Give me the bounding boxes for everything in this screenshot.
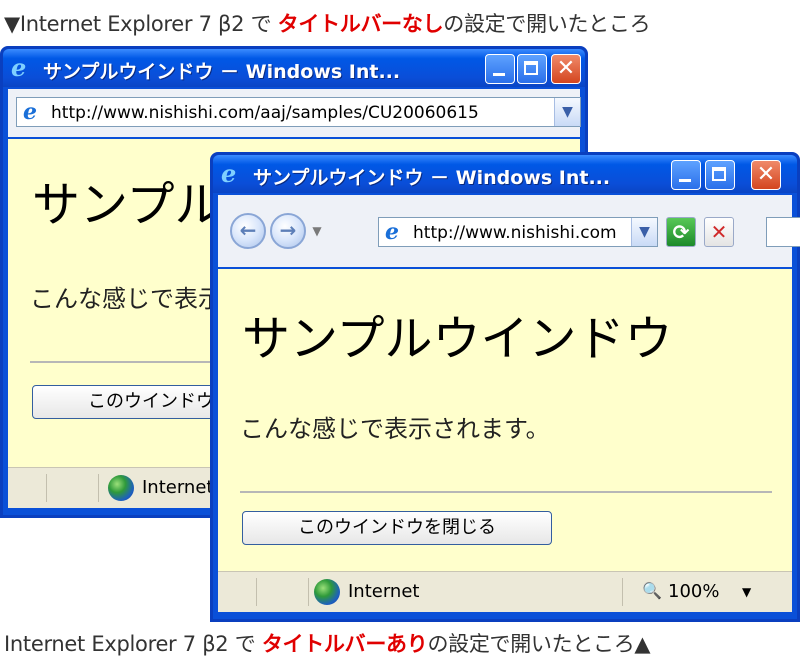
maximize-button[interactable] bbox=[517, 54, 547, 84]
status-divider bbox=[308, 578, 309, 606]
caption-bottom-highlight: タイトルバーあり bbox=[261, 632, 428, 656]
window-front-statusbar: Internet 🔍 100% ▼ bbox=[218, 571, 792, 612]
window-front-navbar: ← → ▼ e http://www.nishishi.com ▼ ⟳ ✕ bbox=[218, 195, 800, 267]
minimize-button[interactable] bbox=[671, 160, 701, 190]
window-back-addressbar: e http://www.nishishi.com/aaj/samples/CU… bbox=[8, 89, 581, 137]
caption-top-prefix: ▼Internet Explorer 7 β2 で bbox=[4, 12, 278, 36]
window-back-title: サンプルウインドウ － Windows Int... bbox=[43, 61, 401, 83]
caption-bottom-suffix: の設定で開いたところ▲ bbox=[427, 632, 651, 656]
refresh-icon: ⟳ bbox=[672, 220, 690, 244]
caption-bottom: Internet Explorer 7 β2 で タイトルバーありの設定で開いた… bbox=[4, 628, 651, 658]
ie-logo-icon: e bbox=[11, 53, 27, 82]
forward-arrow-icon: → bbox=[279, 218, 297, 242]
stop-button[interactable]: ✕ bbox=[704, 217, 734, 247]
ie-logo-icon: e bbox=[221, 159, 237, 188]
zoom-level[interactable]: 100% bbox=[668, 581, 719, 602]
refresh-button[interactable]: ⟳ bbox=[666, 217, 696, 247]
chevron-down-icon[interactable]: ▼ bbox=[631, 218, 657, 246]
close-window-page-button[interactable]: このウインドウを閉じる bbox=[242, 511, 552, 545]
status-divider bbox=[256, 578, 257, 606]
close-icon: ✕ bbox=[756, 162, 776, 187]
internet-globe-icon bbox=[108, 475, 134, 501]
ie-page-icon: e bbox=[385, 219, 399, 245]
close-window-button[interactable]: ✕ bbox=[551, 54, 581, 84]
back-button[interactable]: ← bbox=[230, 213, 266, 249]
internet-globe-icon bbox=[314, 579, 340, 605]
caption-top: ▼Internet Explorer 7 β2 で タイトルバーなしの設定で開い… bbox=[4, 8, 651, 38]
status-zone: Internet bbox=[348, 581, 420, 602]
stop-icon: ✕ bbox=[710, 220, 728, 244]
status-divider bbox=[46, 474, 47, 502]
search-input[interactable] bbox=[766, 217, 800, 247]
minimize-button[interactable] bbox=[485, 54, 515, 84]
page-text: こんな感じで表示されます。 bbox=[240, 415, 550, 443]
divider bbox=[240, 491, 772, 493]
address-text: http://www.nishishi.com bbox=[413, 223, 617, 243]
address-field[interactable]: e http://www.nishishi.com ▼ bbox=[378, 217, 658, 247]
status-divider bbox=[98, 474, 99, 502]
close-icon: ✕ bbox=[556, 56, 576, 81]
maximize-button[interactable] bbox=[705, 160, 735, 190]
window-front: e サンプルウインドウ － Windows Int... ✕ ← → ▼ e h… bbox=[210, 152, 800, 622]
close-window-button[interactable]: ✕ bbox=[751, 160, 781, 190]
zoom-magnifier-icon[interactable]: 🔍 bbox=[642, 581, 662, 600]
forward-button[interactable]: → bbox=[270, 213, 306, 249]
window-front-content: サンプルウインドウ こんな感じで表示されます。 このウインドウを閉じる bbox=[218, 269, 792, 571]
chevron-down-icon[interactable]: ▼ bbox=[554, 98, 580, 126]
caption-top-highlight: タイトルバーなし bbox=[277, 12, 444, 36]
chevron-down-icon[interactable]: ▼ bbox=[308, 221, 326, 241]
status-divider bbox=[622, 578, 623, 606]
ie-page-icon: e bbox=[23, 99, 37, 125]
window-front-title: サンプルウインドウ － Windows Int... bbox=[253, 167, 611, 189]
window-front-titlebar[interactable]: e サンプルウインドウ － Windows Int... ✕ bbox=[213, 155, 797, 193]
page-heading: サンプルウインドウ bbox=[242, 311, 673, 367]
zoom-dropdown-icon[interactable]: ▼ bbox=[742, 585, 751, 599]
address-text: http://www.nishishi.com/aaj/samples/CU20… bbox=[51, 103, 479, 123]
back-arrow-icon: ← bbox=[239, 218, 257, 242]
caption-bottom-prefix: Internet Explorer 7 β2 で bbox=[4, 632, 262, 656]
caption-top-suffix: の設定で開いたところ bbox=[443, 12, 651, 36]
window-back-titlebar[interactable]: e サンプルウインドウ － Windows Int... ✕ bbox=[3, 49, 585, 87]
status-zone: Internet bbox=[142, 477, 214, 498]
address-field[interactable]: e http://www.nishishi.com/aaj/samples/CU… bbox=[16, 97, 581, 127]
